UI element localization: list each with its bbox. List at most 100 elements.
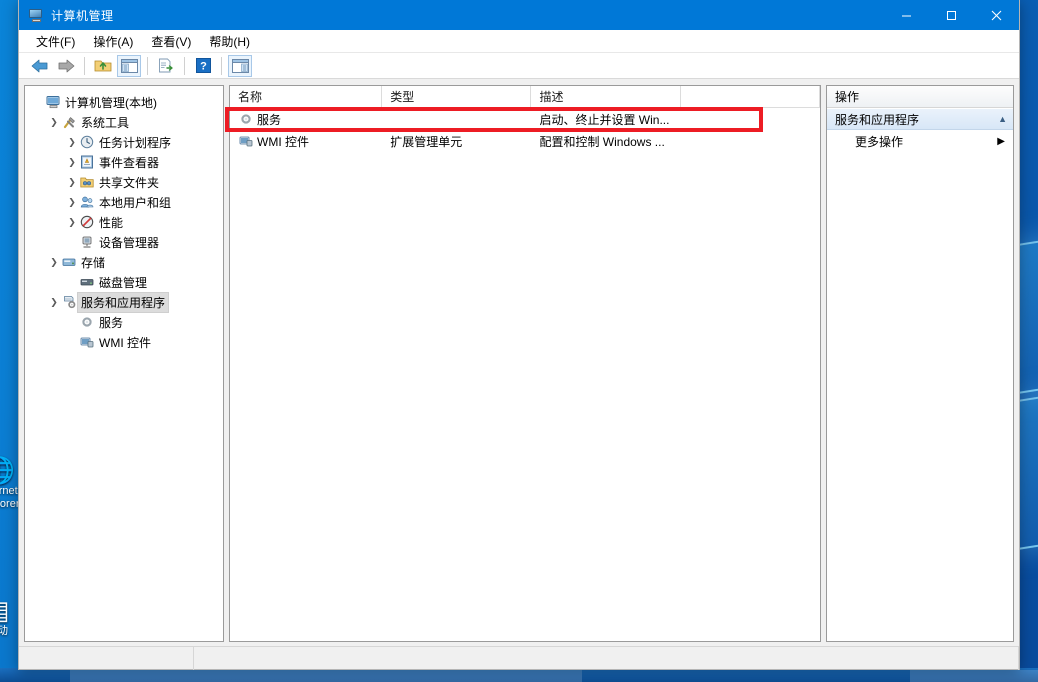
chevron-down-icon[interactable]: ❯ — [47, 292, 61, 312]
tree-node-label: 系统工具 — [81, 115, 130, 130]
console-tree-pane[interactable]: 计算机管理(本地) ❯ 系统工具 ❯ 任务计划程序 ❯ 事件查看器 ❯ 共享文件… — [24, 85, 224, 642]
chevron-up-icon[interactable]: ▲ — [998, 114, 1007, 124]
tree-node-task-scheduler[interactable]: ❯ 任务计划程序 — [25, 132, 223, 152]
column-header-extra[interactable] — [681, 86, 820, 107]
tree-node-event-viewer[interactable]: ❯ 事件查看器 — [25, 152, 223, 172]
chevron-right-icon[interactable]: ❯ — [65, 152, 79, 172]
tree-node-label: 磁盘管理 — [99, 275, 148, 290]
menu-help[interactable]: 帮助(H) — [200, 30, 259, 53]
menubar: 文件(F) 操作(A) 查看(V) 帮助(H) — [19, 30, 1019, 53]
tree-node-services[interactable]: 服务 — [25, 312, 223, 332]
tree-node-label: 本地用户和组 — [99, 195, 172, 210]
tree-node-device-manager[interactable]: 设备管理器 — [25, 232, 223, 252]
shared-folders-icon — [79, 174, 95, 190]
show-action-pane-button[interactable] — [228, 54, 252, 77]
actions-pane-title: 操作 — [827, 86, 1013, 108]
window-titlebar[interactable]: 计算机管理 — [19, 0, 1019, 30]
column-header-name[interactable]: 名称 — [230, 86, 383, 107]
toolbar-separator — [84, 56, 85, 75]
tree-node-label: 设备管理器 — [99, 235, 160, 250]
column-header-description[interactable]: 描述 — [531, 86, 681, 107]
tree-node-label: 事件查看器 — [99, 155, 160, 170]
close-button[interactable] — [974, 0, 1019, 30]
device-manager-icon — [79, 234, 95, 250]
toolbar-separator — [147, 56, 148, 75]
tree-node-local-users-groups[interactable]: ❯ 本地用户和组 — [25, 192, 223, 212]
export-list-button[interactable] — [154, 55, 178, 77]
taskbar-segment — [70, 670, 582, 682]
tree-node-label: 服务 — [99, 315, 124, 330]
actions-section-label: 服务和应用程序 — [835, 112, 920, 127]
tree-node-system-tools[interactable]: ❯ 系统工具 — [25, 112, 223, 132]
tree-node-computer-management[interactable]: 计算机管理(本地) — [25, 92, 223, 112]
disk-management-icon — [79, 274, 95, 290]
tree-node-label: 性能 — [99, 215, 124, 230]
computer-management-icon — [28, 7, 44, 23]
cell-description: 启动、终止并设置 Win... — [539, 112, 670, 127]
menu-file[interactable]: 文件(F) — [27, 30, 84, 53]
statusbar — [19, 646, 1019, 670]
tree-node-label: 存储 — [81, 255, 106, 270]
storage-icon — [61, 254, 77, 270]
wmi-control-icon — [238, 133, 254, 149]
computer-icon — [45, 94, 61, 110]
cell-description: 配置和控制 Windows ... — [539, 134, 665, 149]
computer-management-window: 计算机管理 文件(F) 操作(A) 查看(V) 帮助(H) ? 计算机管理(本地… — [18, 0, 1020, 670]
window-controls — [884, 0, 1019, 30]
tree-node-services-and-applications[interactable]: ❯ 服务和应用程序 — [25, 291, 223, 313]
table-row[interactable]: WMI 控件 扩展管理单元 配置和控制 Windows ... — [230, 130, 820, 152]
minimize-button[interactable] — [884, 0, 929, 30]
services-gear-icon — [238, 111, 254, 127]
up-one-level-button[interactable] — [91, 55, 115, 77]
back-button[interactable] — [28, 55, 52, 77]
local-users-groups-icon — [79, 194, 95, 210]
tree-node-label: 共享文件夹 — [99, 175, 160, 190]
maximize-button[interactable] — [929, 0, 974, 30]
system-tools-icon — [61, 114, 77, 130]
chevron-down-icon[interactable]: ❯ — [47, 252, 61, 272]
chevron-right-icon: ▶ — [997, 135, 1005, 147]
actions-pane[interactable]: 操作 服务和应用程序 ▲ 更多操作 ▶ — [826, 85, 1014, 642]
forward-button[interactable] — [54, 55, 78, 77]
window-body: 计算机管理(本地) ❯ 系统工具 ❯ 任务计划程序 ❯ 事件查看器 ❯ 共享文件… — [19, 79, 1019, 642]
show-hide-tree-button[interactable] — [117, 54, 141, 77]
tree-node-storage[interactable]: ❯ 存储 — [25, 252, 223, 272]
chevron-right-icon[interactable]: ❯ — [65, 212, 79, 232]
table-row[interactable]: 服务 启动、终止并设置 Win... — [230, 108, 820, 130]
action-item-more-actions[interactable]: 更多操作 ▶ — [827, 130, 1013, 152]
menu-action[interactable]: 操作(A) — [84, 30, 142, 53]
taskbar[interactable] — [0, 668, 1038, 682]
chevron-right-icon[interactable]: ❯ — [65, 172, 79, 192]
chevron-right-icon[interactable]: ❯ — [65, 132, 79, 152]
column-header-type[interactable]: 类型 — [382, 86, 532, 107]
tree-node-shared-folders[interactable]: ❯ 共享文件夹 — [25, 172, 223, 192]
tree-node-label: 任务计划程序 — [99, 135, 172, 150]
cell-name: WMI 控件 — [230, 133, 382, 150]
performance-icon — [79, 214, 95, 230]
menu-view[interactable]: 查看(V) — [142, 30, 200, 53]
result-list-pane[interactable]: 名称 类型 描述 服务 启动、终止并设置 Win... WMI 控件 扩展管理单… — [225, 85, 821, 642]
taskbar-segment — [910, 670, 1038, 682]
row-name-text: 服务 — [257, 112, 282, 127]
event-viewer-icon — [79, 154, 95, 170]
tree-node-label: 服务和应用程序 — [76, 291, 170, 313]
cell-name: 服务 — [230, 111, 382, 128]
desktop-icon-label: 驱动 — [0, 625, 8, 637]
chevron-down-icon[interactable]: ❯ — [47, 112, 61, 132]
action-item-label: 更多操作 — [855, 134, 904, 149]
actions-section-services-and-applications[interactable]: 服务和应用程序 ▲ — [827, 108, 1013, 130]
tree-node-wmi-control[interactable]: WMI 控件 — [25, 332, 223, 352]
chevron-right-icon[interactable]: ❯ — [65, 192, 79, 212]
cell-type: 扩展管理单元 — [390, 134, 463, 149]
services-applications-icon — [61, 294, 77, 310]
list-rows: 服务 启动、终止并设置 Win... WMI 控件 扩展管理单元 配置和控制 W… — [230, 108, 820, 641]
statusbar-pane-main — [194, 646, 1019, 670]
help-button[interactable]: ? — [191, 55, 215, 77]
toolbar: ? — [19, 53, 1019, 79]
row-name-text: WMI 控件 — [257, 134, 309, 149]
tree-node-performance[interactable]: ❯ 性能 — [25, 212, 223, 232]
toolbar-separator — [184, 56, 185, 75]
toolbar-separator — [221, 56, 222, 75]
desktop-icon-label: Internet Explorer — [0, 485, 20, 510]
tree-node-disk-management[interactable]: 磁盘管理 — [25, 272, 223, 292]
